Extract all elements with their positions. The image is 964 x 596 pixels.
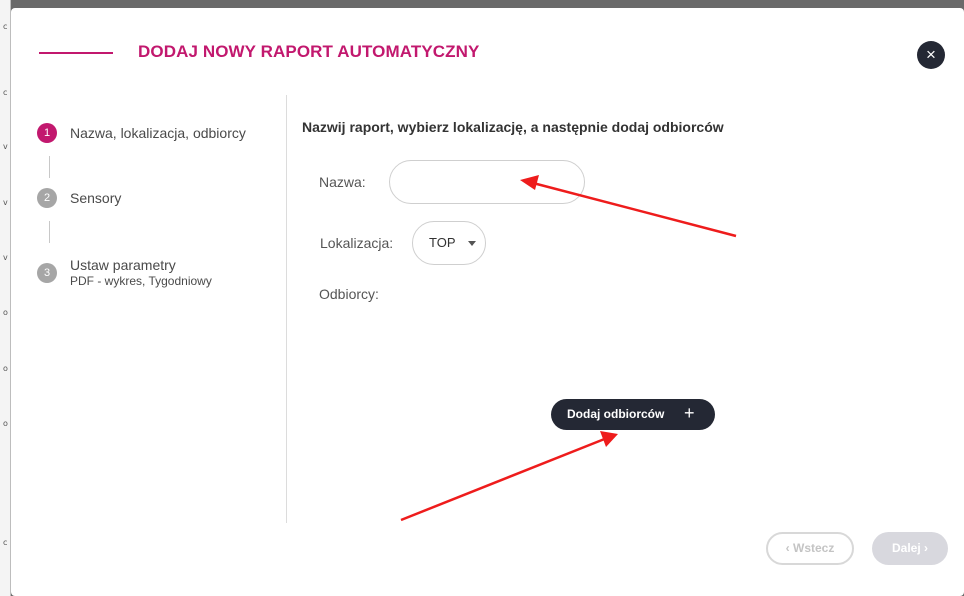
close-icon: × (926, 45, 936, 64)
modal-title: DODAJ NOWY RAPORT AUTOMATYCZNY (138, 42, 480, 61)
location-label: Lokalizacja: (320, 235, 394, 251)
location-select[interactable]: TOP (412, 221, 486, 265)
report-name-input[interactable] (389, 160, 585, 204)
background-glyph: v (3, 198, 8, 207)
chevron-down-icon (468, 241, 476, 246)
background-glyph: o (3, 364, 8, 373)
add-report-modal: DODAJ NOWY RAPORT AUTOMATYCZNY × 1 Nazwa… (11, 8, 964, 596)
step-connector (49, 156, 50, 178)
step-label: Nazwa, lokalizacja, odbiorcy (70, 125, 246, 141)
add-recipients-button[interactable]: Dodaj odbiorców + (551, 399, 715, 430)
background-glyph: o (3, 308, 8, 317)
step-number-badge: 1 (37, 123, 57, 143)
step-number-badge: 3 (37, 263, 57, 283)
close-button[interactable]: × (917, 41, 945, 69)
background-glyph: o (3, 419, 8, 428)
vertical-divider (286, 95, 287, 523)
name-label: Nazwa: (319, 174, 366, 190)
next-button[interactable]: Dalej › (872, 532, 948, 565)
step-number-badge: 2 (37, 188, 57, 208)
background-glyph: v (3, 142, 8, 151)
background-page-strip: c c v v v o o o c (0, 0, 11, 596)
background-glyph: c (3, 22, 8, 31)
step-label: Sensory (70, 190, 122, 206)
background-glyph: v (3, 253, 8, 262)
location-selected-value: TOP (429, 235, 456, 250)
background-glyph: c (3, 88, 8, 97)
step-sublabel: PDF - wykres, Tygodniowy (70, 274, 212, 288)
recipients-label: Odbiorcy: (319, 286, 379, 302)
title-accent-line (39, 52, 113, 54)
plus-icon: + (684, 403, 695, 423)
background-glyph: c (3, 538, 8, 547)
step-label: Ustaw parametry (70, 257, 176, 273)
step-connector (49, 221, 50, 243)
form-heading: Nazwij raport, wybierz lokalizację, a na… (302, 119, 724, 135)
back-button[interactable]: ‹ Wstecz (766, 532, 854, 565)
add-recipients-label: Dodaj odbiorców (567, 407, 665, 421)
